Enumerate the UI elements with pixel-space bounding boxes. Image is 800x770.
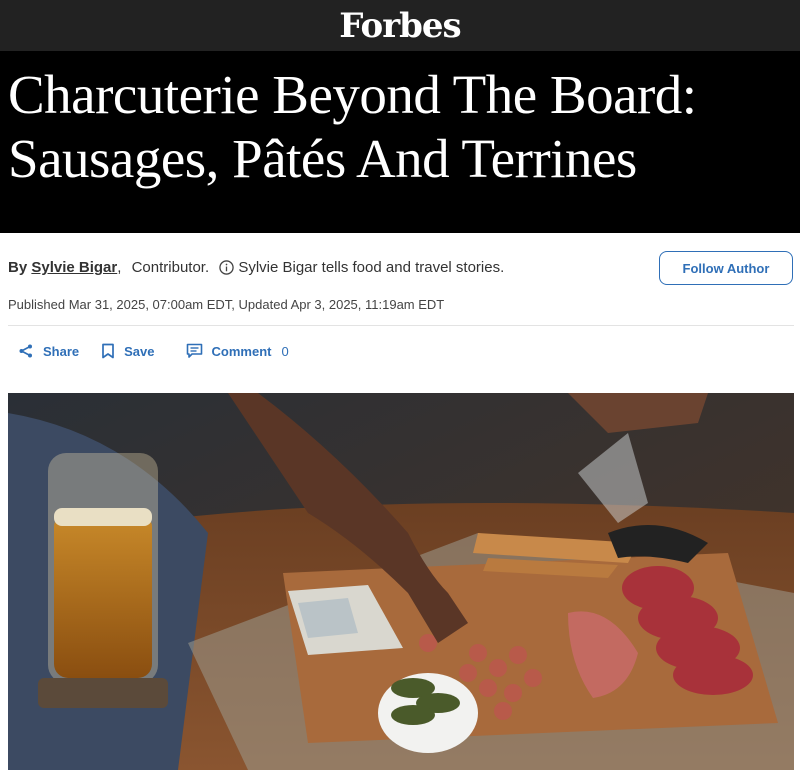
headline-line-1: Charcuterie Beyond The Board: [8,64,697,125]
published-date: Published Mar 31, 2025, 07:00am EDT, Upd… [8,297,445,312]
follow-author-button[interactable]: Follow Author [659,251,793,285]
site-header: Forbes [0,0,800,51]
byline-separator: , [117,259,122,276]
save-label: Save [124,343,155,359]
comment-icon [186,343,202,358]
byline: By Sylvie Bigar, Contributor. Sylvie Big… [8,259,504,279]
headline-line-2: Sausages, Pâtés And Terrines [8,128,637,189]
author-link[interactable]: Sylvie Bigar [31,259,117,276]
byline-prefix: By [8,259,28,276]
save-button[interactable]: Save [101,343,155,359]
info-icon[interactable] [219,260,235,279]
comment-button[interactable]: Comment 0 [186,343,289,359]
comment-count: 0 [281,343,289,359]
headline-banner: Charcuterie Beyond The Board: Sausages, … [0,51,800,233]
bookmark-icon [102,343,114,359]
share-icon [19,344,32,358]
hero-image [8,393,794,770]
comment-label: Comment [211,343,272,359]
forbes-logo[interactable]: Forbes [339,9,461,43]
author-bio: Sylvie Bigar tells food and travel stori… [238,259,505,276]
share-button[interactable]: Share [18,343,79,359]
article-actions: Share Save Comment 0 [18,340,289,362]
byline-row: By Sylvie Bigar, Contributor. Sylvie Big… [0,233,800,305]
divider [8,325,794,326]
share-label: Share [43,343,80,359]
author-role: Contributor. [131,259,210,276]
article-headline: Charcuterie Beyond The Board: Sausages, … [8,63,792,191]
